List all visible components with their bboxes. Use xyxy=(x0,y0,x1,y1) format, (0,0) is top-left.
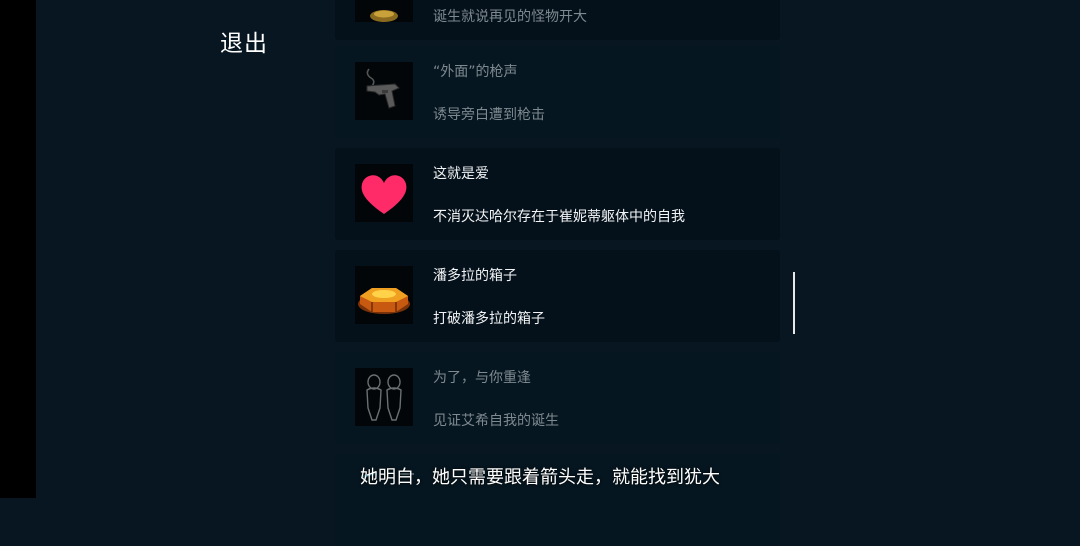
exit-button[interactable]: 退出 xyxy=(220,24,268,58)
achievement-card[interactable]: 诞生就说再见的怪物开大 xyxy=(335,0,780,40)
achievement-description: 见证艾希自我的诞生 xyxy=(433,413,559,429)
achievement-description: 诞生就说再见的怪物开大 xyxy=(433,9,587,25)
pistol-icon xyxy=(355,62,413,120)
achievement-description: 不消灭达哈尔存在于崔妮蒂躯体中的自我 xyxy=(433,209,685,225)
pandora-box-icon xyxy=(355,266,413,324)
achievement-title: 为了，与你重逢 xyxy=(433,370,531,386)
achievement-description: 诱导旁白遭到枪击 xyxy=(433,107,545,123)
heart-icon xyxy=(355,164,413,222)
subtitle-caption: 她明白，她只需要跟着箭头走，就能找到犹大 xyxy=(360,467,720,488)
achievement-title: “外面”的枪声 xyxy=(433,64,518,80)
achievement-card[interactable]: 为了，与你重逢 见证艾希自我的诞生 xyxy=(335,352,780,444)
achievement-list[interactable]: 诞生就说再见的怪物开大 “外面”的枪声 诱导旁白遭到枪击 这就是爱 不消灭达哈尔… xyxy=(335,0,780,546)
achievement-card[interactable]: “外面”的枪声 诱导旁白遭到枪击 xyxy=(335,46,780,138)
gold-item-icon xyxy=(355,0,413,22)
achievement-card[interactable]: 潘多拉的箱子 打破潘多拉的箱子 xyxy=(335,250,780,342)
achievement-description: 打破潘多拉的箱子 xyxy=(433,311,545,327)
twin-figures-icon xyxy=(355,368,413,426)
achievement-title: 潘多拉的箱子 xyxy=(433,268,517,284)
scrollbar[interactable] xyxy=(793,272,795,334)
achievement-title: 这就是爱 xyxy=(433,166,489,182)
left-black-border xyxy=(0,0,36,498)
achievement-card[interactable]: 这就是爱 不消灭达哈尔存在于崔妮蒂躯体中的自我 xyxy=(335,148,780,240)
